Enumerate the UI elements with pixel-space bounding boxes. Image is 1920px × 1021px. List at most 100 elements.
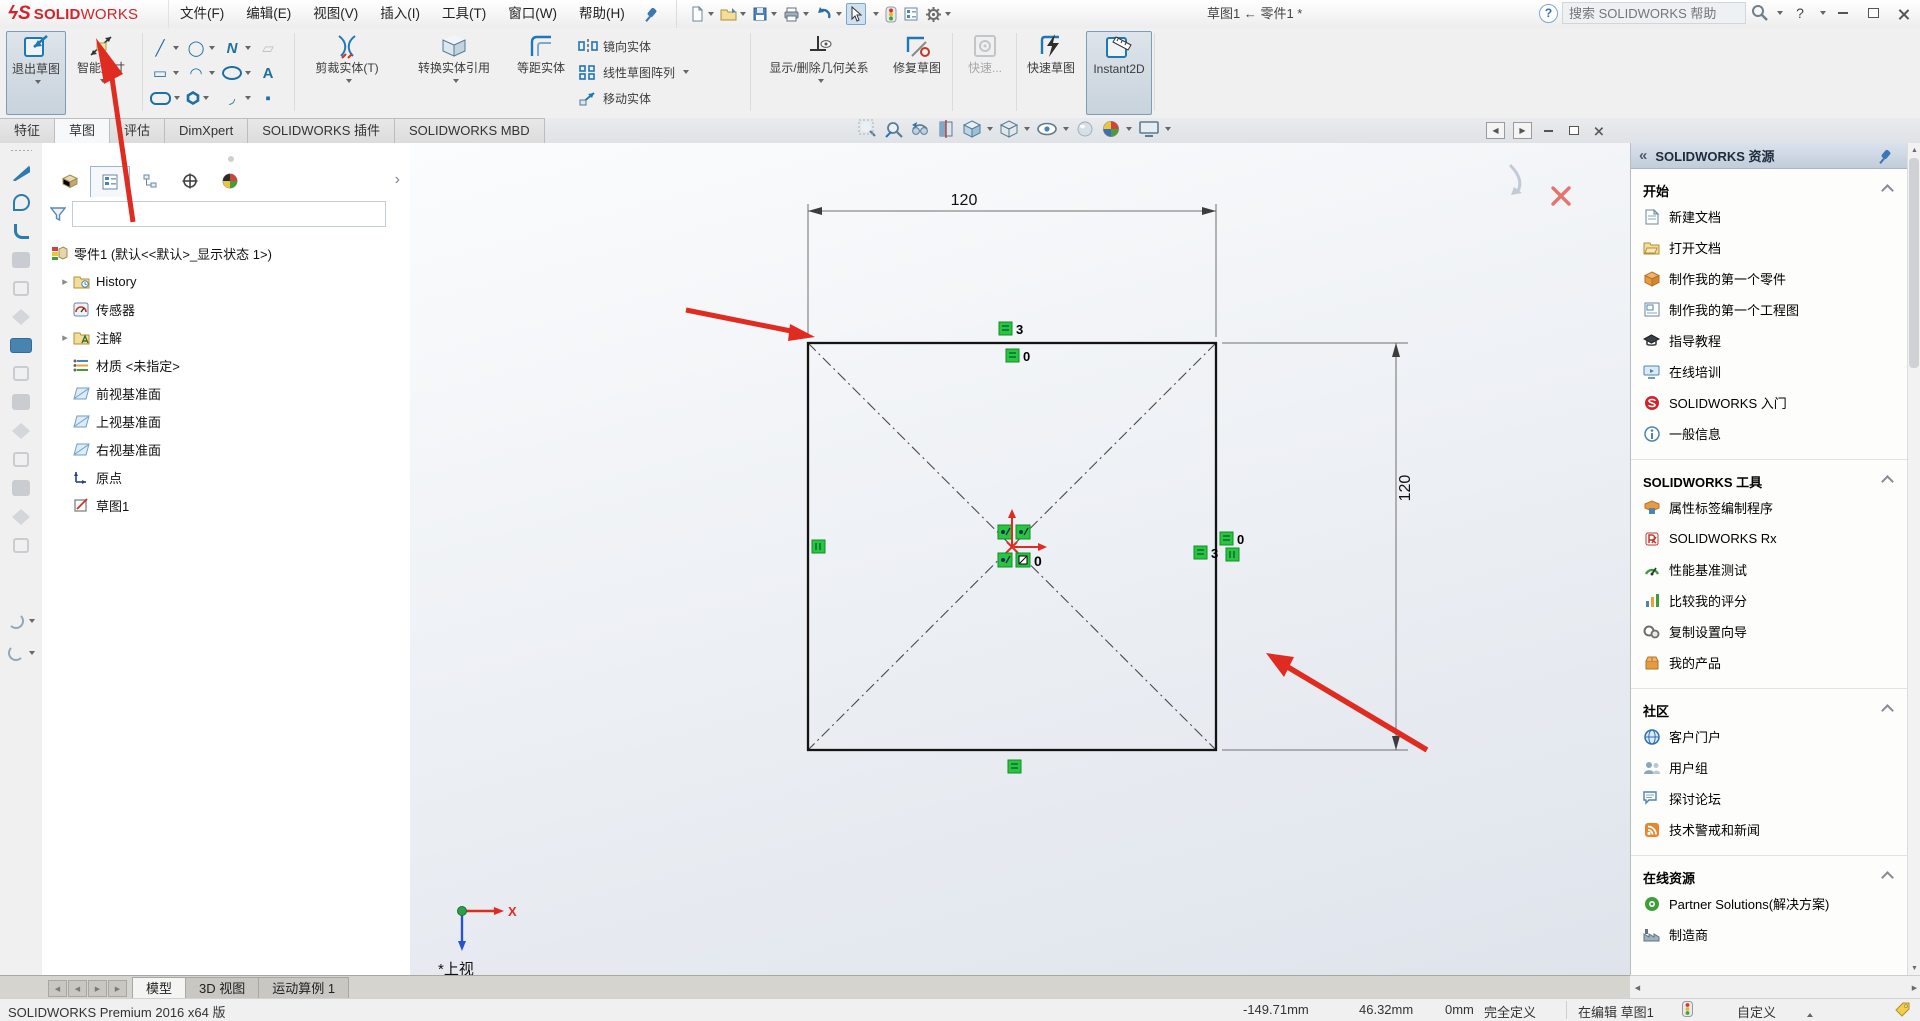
left-tool-flyout[interactable] (0, 613, 42, 629)
constraint-bottom-mid[interactable] (1007, 759, 1022, 774)
doc-restore-button[interactable] (1565, 123, 1582, 138)
mirror-entities-button[interactable]: 镜向实体 (578, 34, 651, 58)
task-pane-pin-icon[interactable] (1878, 149, 1892, 163)
view-settings-button[interactable] (1138, 119, 1171, 139)
menu-insert[interactable]: 插入(I) (369, 0, 431, 28)
smart-dimension-button[interactable]: 智能尺寸 (68, 31, 134, 113)
tab-mbd[interactable]: SOLIDWORKS MBD (393, 118, 545, 143)
menu-edit[interactable]: 编辑(E) (235, 0, 302, 28)
trim-entities-button[interactable]: 剪裁实体(T) (300, 31, 394, 113)
link-partner-solutions[interactable]: Partner Solutions(解决方案) (1643, 888, 1896, 919)
close-button[interactable] (1890, 3, 1916, 23)
restore-button[interactable] (1860, 3, 1886, 23)
move-entities-button[interactable]: 移动实体 (578, 86, 651, 110)
featuremanager-tab[interactable] (50, 165, 90, 197)
link-customer-portal[interactable]: 客户门户 (1643, 721, 1896, 752)
scroll-right-icon[interactable]: ▶ (1908, 981, 1920, 995)
expand-arrow-icon[interactable]: ▸ (58, 331, 72, 344)
link-new-document[interactable]: 新建文档 (1643, 201, 1896, 232)
menu-pin-icon[interactable] (644, 7, 658, 21)
menu-view[interactable]: 视图(V) (302, 0, 369, 28)
minimize-button[interactable] (1830, 3, 1856, 23)
graphics-area[interactable]: 120 120 3 0 0 3 0 X *上视 (410, 143, 1630, 978)
cancel-sketch-icon[interactable] (1551, 186, 1571, 206)
left-tool-icon[interactable] (12, 165, 30, 181)
zoom-to-area-button[interactable] (884, 119, 904, 139)
next-window-button[interactable]: ▶ (1513, 122, 1532, 139)
tree-root-part[interactable]: 零件1 (默认<<默认>_显示状态 1>) (42, 239, 402, 267)
configurationmanager-tab[interactable] (130, 165, 170, 197)
settings-button[interactable] (923, 4, 953, 25)
link-my-products[interactable]: 我的产品 (1643, 647, 1896, 678)
left-tool-flyout[interactable] (0, 645, 42, 661)
tab-model[interactable]: 模型 (132, 977, 187, 999)
search-options-arrow[interactable] (1777, 11, 1783, 15)
polygon-tool[interactable] (186, 86, 220, 110)
zoom-to-fit-button[interactable] (858, 119, 878, 139)
tree-item-right-plane[interactable]: 右视基准面 (42, 435, 402, 463)
link-online-training[interactable]: 在线培训 (1643, 356, 1896, 387)
smart-dimension-flyout[interactable] (99, 79, 106, 83)
collapse-section-icon[interactable] (1881, 474, 1894, 488)
link-performance-benchmark[interactable]: 性能基准测试 (1643, 554, 1896, 585)
collapse-pane-icon[interactable]: « (1639, 147, 1647, 164)
display-delete-relations-button[interactable]: 显示/删除几何关系 (756, 31, 882, 113)
first-tab-button[interactable]: ◀ (48, 980, 67, 997)
slot-tool[interactable] (150, 86, 184, 110)
save-button[interactable] (750, 4, 779, 24)
link-first-part[interactable]: 制作我的第一个零件 (1643, 263, 1896, 294)
convert-entities-button[interactable]: 转换实体引用 (398, 31, 510, 113)
tab-dimxpert[interactable]: DimXpert (164, 118, 249, 143)
new-document-button[interactable] (687, 4, 716, 24)
tree-filter-input[interactable] (72, 201, 386, 227)
link-general-info[interactable]: 一般信息 (1643, 418, 1896, 449)
constraint-left-mid[interactable] (811, 539, 826, 554)
scroll-up-icon[interactable]: ▲ (1908, 143, 1920, 157)
tab-addins[interactable]: SOLIDWORKS 插件 (247, 118, 395, 143)
rebuild-button[interactable] (883, 4, 899, 25)
link-compare-scores[interactable]: 比较我的评分 (1643, 585, 1896, 616)
menu-help[interactable]: 帮助(H) (568, 0, 636, 28)
ellipse-tool[interactable] (222, 61, 256, 85)
previous-view-button[interactable] (910, 119, 930, 139)
prev-tab-button[interactable]: ◀ (68, 980, 87, 997)
search-icon[interactable] (1750, 3, 1770, 23)
link-copy-settings-wizard[interactable]: 复制设置向导 (1643, 616, 1896, 647)
link-discussion-forum[interactable]: 探讨论坛 (1643, 783, 1896, 814)
display-style-button[interactable] (999, 119, 1030, 139)
instant2d-button[interactable]: Instant2D (1086, 31, 1152, 115)
display-relations-flyout[interactable] (817, 79, 824, 83)
constraint-zero-top[interactable]: 0 (1005, 348, 1030, 364)
undo-button[interactable] (813, 4, 844, 24)
previous-window-button[interactable]: ◀ (1486, 122, 1505, 139)
spline-tool[interactable]: N (222, 36, 256, 60)
tab-sketch[interactable]: 草图 (54, 118, 111, 145)
arc-tool[interactable]: ◠ (186, 61, 220, 85)
tab-features[interactable]: 特征 (0, 118, 56, 143)
rectangle-tool[interactable]: ▭ (150, 61, 184, 85)
dimension-width-label[interactable]: 120 (951, 192, 978, 209)
edit-appearance-button[interactable] (1075, 119, 1095, 139)
panel-splitter-dot[interactable] (228, 156, 234, 162)
trim-entities-flyout[interactable] (345, 79, 352, 83)
expand-arrow-icon[interactable]: ▸ (58, 275, 72, 288)
scroll-thumb[interactable] (1909, 158, 1919, 368)
search-input[interactable] (1562, 2, 1746, 24)
next-tab-button[interactable]: ▶ (88, 980, 107, 997)
tag-icon[interactable] (1894, 1001, 1912, 1020)
tab-motion-study[interactable]: 运动算例 1 (258, 977, 350, 999)
link-property-tab-builder[interactable]: 属性标签编制程序 (1643, 492, 1896, 523)
task-pane-vscrollbar[interactable]: ▲ ▼ (1907, 143, 1920, 975)
open-document-button[interactable] (718, 4, 748, 24)
link-tutorials[interactable]: 指导教程 (1643, 325, 1896, 356)
link-first-drawing[interactable]: 制作我的第一个工程图 (1643, 294, 1896, 325)
menu-tools[interactable]: 工具(T) (431, 0, 497, 28)
linear-pattern-button[interactable]: 线性草图阵列 (578, 60, 690, 84)
link-tech-alerts-news[interactable]: 技术警戒和新闻 (1643, 814, 1896, 845)
point-tool[interactable]: ▪ (258, 86, 292, 110)
linear-pattern-flyout[interactable] (683, 70, 690, 74)
menu-window[interactable]: 窗口(W) (497, 0, 568, 28)
propertymanager-tab[interactable] (90, 166, 130, 197)
menu-file[interactable]: 文件(F) (169, 0, 235, 28)
text-tool[interactable]: A (258, 61, 292, 85)
